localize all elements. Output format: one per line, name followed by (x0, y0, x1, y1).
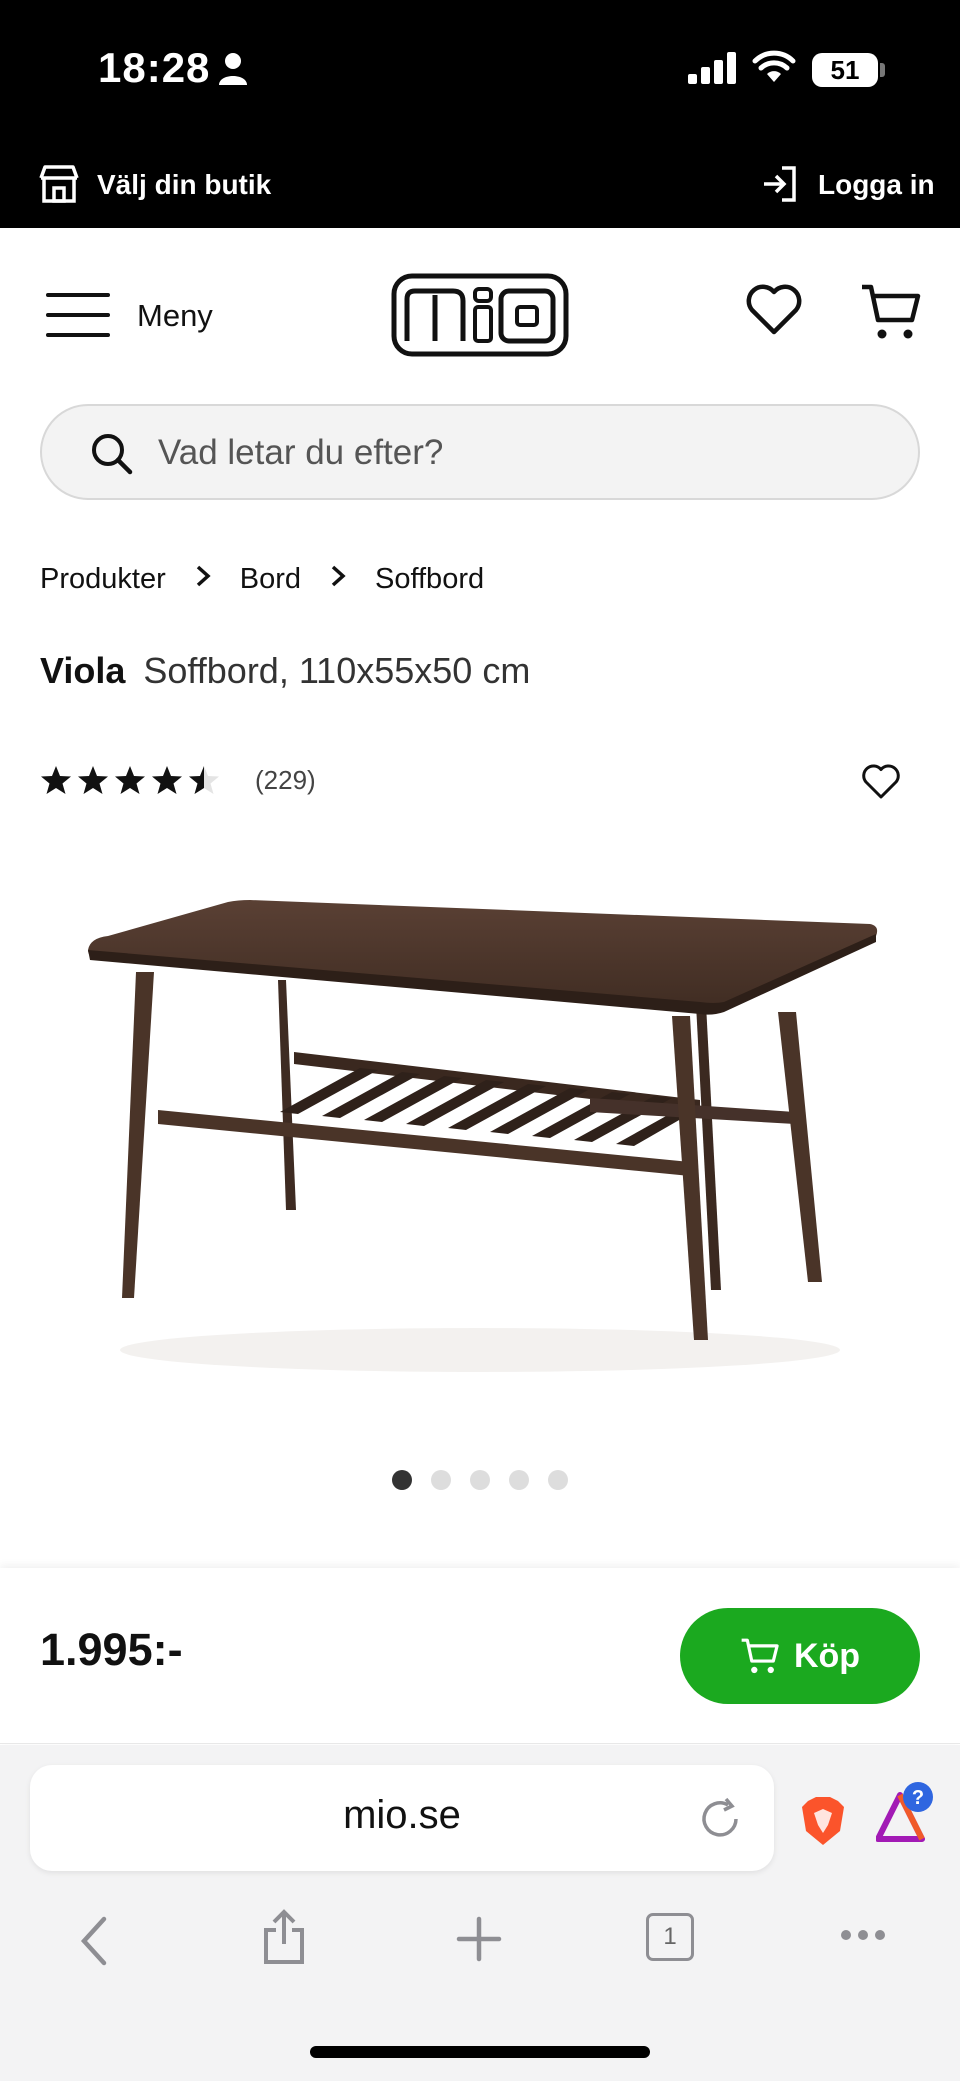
carousel-dot[interactable] (470, 1470, 490, 1490)
menu-label[interactable]: Meny (137, 298, 213, 334)
brave-rewards-icon[interactable]: ? (875, 1781, 936, 1852)
carousel-dot[interactable] (548, 1470, 568, 1490)
wishlist-heart-icon[interactable] (862, 764, 900, 805)
battery-icon: 51 (812, 53, 878, 87)
star-half-icon (189, 766, 219, 794)
battery-level: 51 (830, 55, 860, 85)
home-indicator (310, 2046, 650, 2058)
breadcrumb-item-produkter[interactable]: Produkter (40, 563, 166, 596)
review-count[interactable]: (229) (255, 765, 316, 796)
carousel-dot-active[interactable] (392, 1470, 412, 1490)
new-tab-icon[interactable] (455, 1915, 503, 1968)
brave-shields-icon[interactable] (800, 1795, 846, 1852)
image-carousel-dots (392, 1470, 587, 1490)
product-title: Viola Soffbord, 110x55x50 cm (40, 650, 530, 692)
battery-tip (880, 63, 885, 77)
chevron-right-icon (329, 563, 347, 596)
star-full-icon (41, 766, 71, 794)
chevron-right-icon (194, 563, 212, 596)
star-full-icon (115, 766, 145, 794)
rating-stars[interactable] (40, 764, 225, 796)
search-bar[interactable] (40, 404, 920, 500)
breadcrumb: Produkter Bord Soffbord (40, 563, 484, 596)
carousel-dot[interactable] (431, 1470, 451, 1490)
star-full-icon (78, 766, 108, 794)
search-icon (90, 432, 134, 481)
search-input[interactable] (158, 428, 858, 478)
login-icon[interactable] (760, 164, 800, 209)
product-image[interactable] (60, 880, 900, 1405)
person-icon (218, 52, 248, 91)
login-link[interactable]: Logga in (818, 169, 935, 201)
hamburger-menu-icon[interactable] (46, 293, 110, 342)
buy-button[interactable]: Köp (680, 1608, 920, 1704)
status-time: 18:28 (98, 44, 211, 91)
product-price: 1.995:- (40, 1624, 183, 1675)
wifi-icon (752, 50, 796, 89)
signal-icon (688, 52, 738, 89)
store-bar: Välj din butik Logga in (0, 140, 960, 228)
store-icon[interactable] (38, 164, 80, 209)
url-text[interactable]: mio.se (30, 1793, 774, 1838)
share-icon[interactable] (262, 1908, 306, 1971)
mio-logo[interactable] (391, 273, 569, 362)
buy-button-label: Köp (793, 1636, 861, 1675)
favorites-heart-icon[interactable] (746, 284, 802, 341)
back-icon[interactable] (76, 1915, 112, 1972)
star-full-icon (152, 766, 182, 794)
tabs-counter-icon[interactable]: 1 (646, 1913, 694, 1961)
more-menu-icon[interactable] (840, 1928, 886, 1946)
product-name: Viola (40, 650, 126, 691)
shopping-cart-icon[interactable] (860, 282, 922, 347)
browser-toolbar: mio.se ? 1 (0, 1745, 960, 2081)
status-bar: 18:28 51 (0, 0, 960, 140)
breadcrumb-item-soffbord[interactable]: Soffbord (375, 563, 484, 596)
choose-store-link[interactable]: Välj din butik (97, 169, 271, 201)
carousel-dot[interactable] (509, 1470, 529, 1490)
reload-icon[interactable] (698, 1797, 742, 1846)
cart-icon (741, 1638, 779, 1674)
address-bar[interactable]: mio.se (30, 1765, 774, 1871)
breadcrumb-item-bord[interactable]: Bord (240, 563, 301, 596)
svg-text:?: ? (912, 1787, 924, 1809)
product-description: Soffbord, 110x55x50 cm (143, 650, 531, 691)
price-bar: 1.995:- Köp (0, 1568, 960, 1744)
